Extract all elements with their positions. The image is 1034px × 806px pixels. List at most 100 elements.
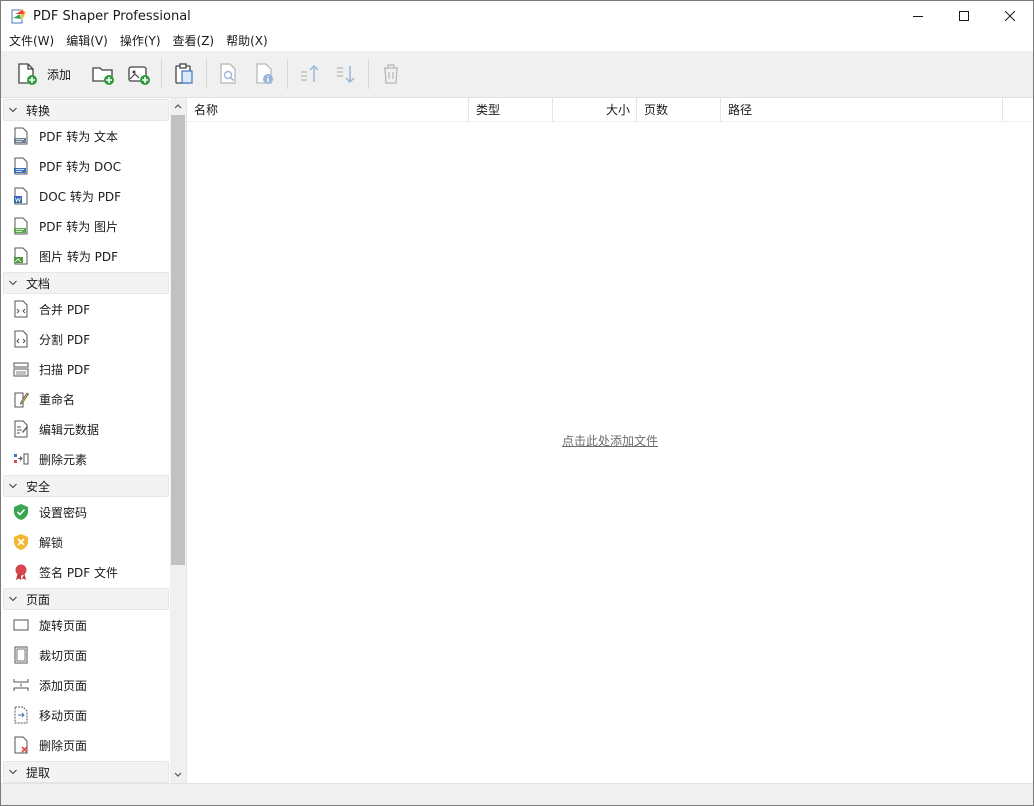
sidebar-item[interactable]: 扫描 PDF bbox=[1, 354, 171, 384]
minimize-button[interactable] bbox=[895, 1, 941, 31]
unlock-shield-icon bbox=[14, 534, 28, 550]
sidebar-item[interactable]: 图片 转为 PDF bbox=[1, 241, 171, 271]
menu-help[interactable]: 帮助(X) bbox=[220, 31, 274, 51]
sidebar-item[interactable]: PDF 转为 图片 bbox=[1, 211, 171, 241]
sidebar-item[interactable]: 设置密码 bbox=[1, 497, 171, 527]
menu-edit[interactable]: 编辑(V) bbox=[60, 31, 114, 51]
add-button-label: 添加 bbox=[47, 67, 72, 82]
sidebar-item-label: 移动页面 bbox=[39, 708, 88, 723]
chevron-down-icon bbox=[8, 768, 22, 776]
menu-bar: 文件(W) 编辑(V) 操作(Y) 查看(Z) 帮助(X) bbox=[1, 31, 1033, 51]
add-image-button[interactable] bbox=[121, 56, 157, 92]
add-file-icon bbox=[18, 63, 37, 85]
info-icon bbox=[256, 63, 274, 84]
menu-file[interactable]: 文件(W) bbox=[3, 31, 60, 51]
preview-button[interactable] bbox=[211, 56, 247, 92]
add-page-icon bbox=[13, 679, 29, 691]
sidebar-item[interactable]: 解锁 bbox=[1, 527, 171, 557]
sidebar-item-label: 编辑元数据 bbox=[39, 422, 100, 437]
sidebar-item[interactable]: 分割 PDF bbox=[1, 324, 171, 354]
sidebar-section-header[interactable]: 页面 bbox=[3, 588, 169, 610]
maximize-button[interactable] bbox=[941, 1, 987, 31]
minimize-icon bbox=[913, 16, 923, 17]
sidebar-item[interactable]: 移动页面 bbox=[1, 700, 171, 730]
move-down-icon bbox=[337, 66, 355, 84]
sidebar-item-label: 图片 转为 PDF bbox=[39, 249, 119, 264]
empty-hint: 点击此处添加文件 bbox=[187, 432, 1033, 449]
sidebar-section-header[interactable]: 安全 bbox=[3, 475, 169, 497]
paste-button[interactable] bbox=[166, 56, 202, 92]
window-title: PDF Shaper Professional bbox=[33, 8, 191, 24]
sidebar-item[interactable]: 签名 PDF 文件 bbox=[1, 557, 171, 587]
scanner-icon bbox=[13, 362, 29, 377]
sidebar-item[interactable]: 删除元素 bbox=[1, 444, 171, 474]
sidebar-item[interactable]: 裁切页面 bbox=[1, 640, 171, 670]
remove-elements-icon bbox=[14, 453, 29, 465]
chevron-down-icon bbox=[8, 106, 22, 114]
sidebar-list: 转换 PDF 转为 文本 PDF 转为 DOC DOC 转为 PDF PDF 转为 图片… bbox=[1, 98, 171, 783]
sidebar-item[interactable]: 合并 PDF bbox=[1, 294, 171, 324]
sidebar-item[interactable]: 添加页面 bbox=[1, 670, 171, 700]
column-name[interactable]: 名称 bbox=[187, 98, 469, 122]
shield-icon bbox=[14, 504, 28, 520]
add-folder-button[interactable] bbox=[85, 56, 121, 92]
sidebar-item[interactable]: 旋转页面 bbox=[1, 610, 171, 640]
sidebar-item-label: 裁切页面 bbox=[39, 648, 88, 663]
sidebar-scrollbar[interactable] bbox=[170, 98, 186, 783]
column-path[interactable]: 路径 bbox=[721, 98, 1003, 122]
sidebar-item[interactable]: 重命名 bbox=[1, 384, 171, 414]
scroll-up-button[interactable] bbox=[170, 98, 186, 114]
section-label: 文档 bbox=[26, 276, 51, 291]
sidebar-section-header[interactable]: 转换 bbox=[3, 99, 169, 121]
file-info-button[interactable] bbox=[247, 56, 283, 92]
chevron-down-icon bbox=[174, 772, 182, 777]
move-down-button[interactable] bbox=[328, 56, 364, 92]
sidebar-section-header[interactable]: 提取 bbox=[3, 761, 169, 783]
metadata-icon bbox=[14, 420, 28, 438]
scroll-down-button[interactable] bbox=[170, 767, 186, 783]
sidebar-item-label: 签名 PDF 文件 bbox=[39, 565, 119, 580]
sidebar-item-label: 旋转页面 bbox=[39, 618, 88, 633]
section-label: 转换 bbox=[26, 103, 51, 118]
chevron-down-icon bbox=[8, 279, 22, 287]
sidebar-section-header[interactable]: 文档 bbox=[3, 272, 169, 294]
add-image-icon bbox=[128, 66, 151, 85]
sidebar-item[interactable]: 删除页面 bbox=[1, 730, 171, 760]
sidebar-item-label: PDF 转为 DOC bbox=[39, 159, 122, 174]
column-type[interactable]: 类型 bbox=[469, 98, 553, 122]
move-up-button[interactable] bbox=[292, 56, 328, 92]
seal-icon bbox=[15, 564, 27, 580]
app-window: PDF Shaper Professional 文件(W) 编辑(V) 操作(Y… bbox=[0, 0, 1034, 806]
add-files-link[interactable]: 点击此处添加文件 bbox=[562, 434, 658, 448]
close-button[interactable] bbox=[987, 1, 1033, 31]
column-pages[interactable]: 页数 bbox=[637, 98, 721, 122]
section-label: 安全 bbox=[26, 479, 51, 494]
chevron-down-icon bbox=[8, 595, 22, 603]
sidebar-item[interactable]: PDF 转为 文本 bbox=[1, 121, 171, 151]
crop-page-icon bbox=[14, 646, 28, 664]
merge-icon bbox=[14, 300, 28, 318]
column-size[interactable]: 大小 bbox=[553, 98, 637, 122]
scroll-thumb[interactable] bbox=[171, 115, 185, 565]
menu-view[interactable]: 查看(Z) bbox=[167, 31, 221, 51]
sidebar-item[interactable]: 编辑元数据 bbox=[1, 414, 171, 444]
trash-icon bbox=[384, 64, 399, 84]
sidebar-item-label: 删除元素 bbox=[39, 452, 88, 467]
sidebar-item-label: 设置密码 bbox=[39, 505, 88, 520]
split-icon bbox=[14, 330, 28, 348]
title-bar: PDF Shaper Professional bbox=[1, 1, 1033, 31]
sidebar-item-label: 解锁 bbox=[39, 535, 64, 550]
doc-file-icon bbox=[14, 157, 28, 175]
sidebar-item[interactable]: PDF 转为 DOC bbox=[1, 151, 171, 181]
menu-actions[interactable]: 操作(Y) bbox=[114, 31, 167, 51]
sidebar-item[interactable]: DOC 转为 PDF bbox=[1, 181, 171, 211]
delete-button[interactable] bbox=[373, 56, 409, 92]
file-list[interactable]: 名称 类型 大小 页数 路径 点击此处添加文件 bbox=[187, 98, 1033, 783]
rotate-page-icon bbox=[13, 619, 29, 631]
toolbar-separator bbox=[368, 59, 370, 89]
file-list-header: 名称 类型 大小 页数 路径 bbox=[187, 98, 1033, 122]
sidebar: 转换 PDF 转为 文本 PDF 转为 DOC DOC 转为 PDF PDF 转为 图片… bbox=[1, 98, 187, 783]
image-file-icon bbox=[14, 247, 28, 265]
add-file-button[interactable]: 添加 bbox=[9, 56, 85, 92]
status-bar bbox=[1, 783, 1033, 805]
